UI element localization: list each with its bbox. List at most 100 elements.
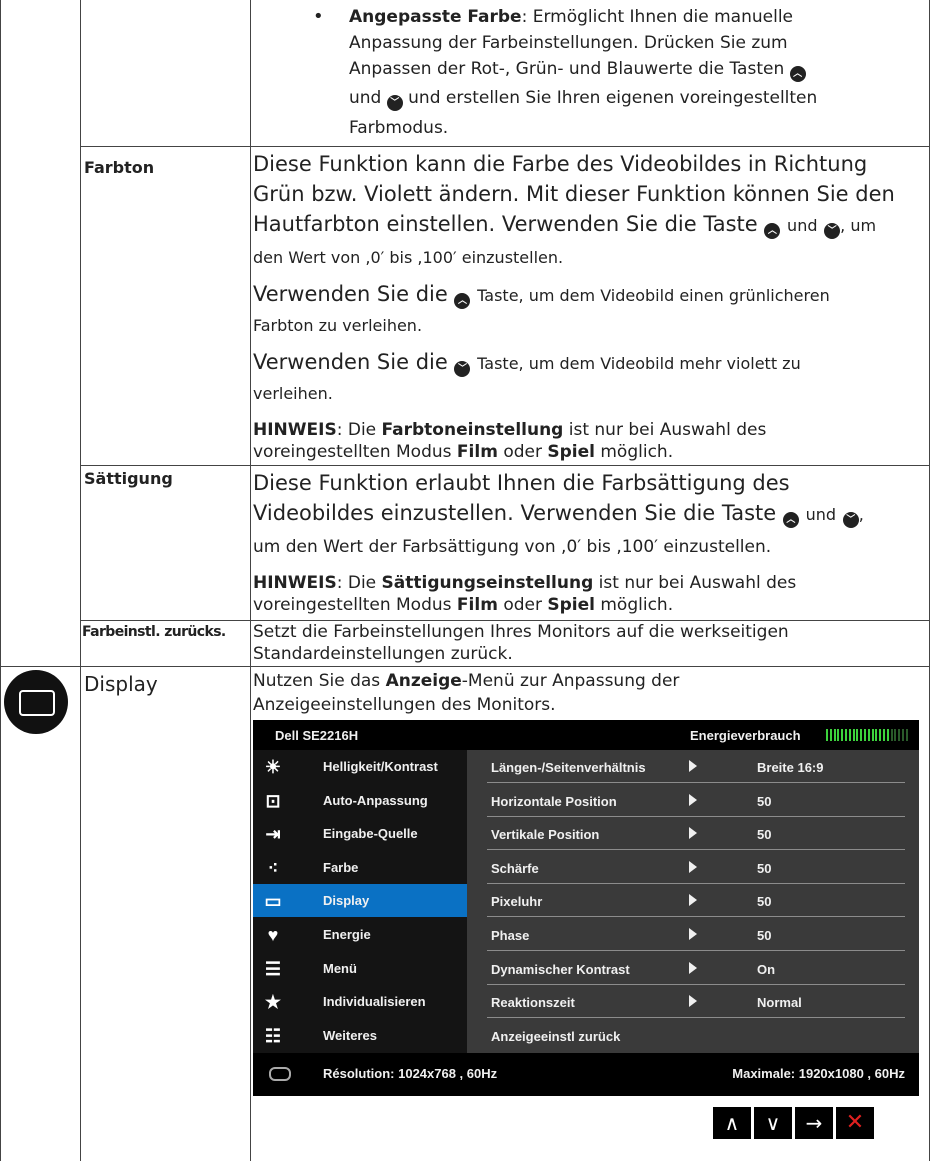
energy-bar-segment — [875, 729, 878, 741]
osd-option-value: Normal — [757, 995, 802, 1011]
note-text: voreingestellten Modus — [253, 442, 452, 462]
osd-menu-label: Helligkeit/Kontrast — [323, 759, 438, 774]
down-button-icon: ﹀ — [386, 95, 403, 111]
star-icon: ★ — [264, 992, 282, 1013]
osd-option-row[interactable]: Längen-/Seitenverhältnis Breite 16:9 — [467, 750, 919, 783]
osd-model: Dell SE2216H — [275, 728, 359, 743]
farbton-text: den Wert von ,0′ bis ,100′ einzustellen. — [253, 248, 564, 267]
osd-option-row[interactable]: Reaktionszeit Normal — [467, 985, 919, 1019]
energy-bar-segment — [841, 729, 844, 741]
osd-option-row[interactable]: Pixeluhr 50 — [467, 884, 919, 918]
osd-menu-item[interactable]: ♥ Energie — [253, 918, 467, 951]
caret-right-icon — [689, 995, 697, 1008]
energy-bar-segment — [898, 729, 901, 741]
saettigung-text-part: Videobildes einzustellen. Verwenden Sie … — [253, 501, 777, 525]
osd-menu-item[interactable]: ☷ Weiteres — [253, 1019, 467, 1052]
color-icon: ⁖ — [267, 857, 279, 878]
osd-option-row[interactable]: Horizontale Position 50 — [467, 784, 919, 817]
energy-bar-segment — [871, 729, 874, 741]
farbton-text: Grün bzw. Violett ändern. Mit dieser Fun… — [253, 182, 895, 206]
osd-option-row[interactable]: Schärfe 50 — [467, 851, 919, 884]
osd-menu-label: Menü — [323, 960, 357, 976]
osd-menu-item[interactable]: ⁖ Farbe — [253, 851, 467, 884]
saettigung-text-part: , — [858, 505, 864, 524]
osd-option-label: Pixeluhr — [491, 894, 543, 910]
note-bold: Sättigungseinstellung — [381, 573, 594, 593]
energy-bar-segment — [905, 729, 908, 741]
bullet-line-1: Angepasste Farbe: Ermöglicht Ihnen die m… — [349, 7, 793, 27]
osd-option-row[interactable]: Anzeigeeinstl zurück — [467, 1019, 919, 1052]
auto-adjust-icon: ⊡ — [265, 790, 281, 811]
energy-bar-segment — [879, 729, 882, 741]
osd-option-row[interactable]: Vertikale Position 50 — [467, 817, 919, 851]
osd-menu-item[interactable]: ☀ Helligkeit/Kontrast — [253, 750, 467, 783]
bullet-line-3: Anpassen der Rot-, Grün- und Blauwerte d… — [349, 59, 806, 82]
up-button-icon: ︿ — [454, 293, 471, 309]
osd-option-value: Breite 16:9 — [757, 760, 824, 775]
bullet-line-2: Anpassung der Farbeinstellungen. Drücken… — [349, 33, 788, 53]
farbton-text-part: Verwenden Sie die — [253, 282, 448, 306]
osd-submenu: Längen-/Seitenverhältnis Breite 16:9 Horiz… — [467, 750, 919, 1053]
osd-menu-label: Display — [323, 893, 370, 909]
menu-icon: ☰ — [264, 958, 282, 979]
osd-menu-item[interactable]: ☰ Menü — [253, 952, 467, 985]
osd-option-label: Horizontale Position — [491, 793, 617, 809]
energy-bar-segment — [856, 729, 859, 741]
osd-footer: Résolution: 1024x768 , 60Hz Maximale: 19… — [253, 1053, 919, 1096]
energy-icon: ♥ — [267, 925, 279, 945]
bullet-line-4: und ﹀ und erstellen Sie Ihren eigenen vo… — [349, 88, 817, 111]
farbton-note: voreingestellten Modus Film oder Spiel m… — [253, 441, 925, 463]
osd-header: Dell SE2216H Energieverbrauch — [253, 720, 919, 750]
up-button-icon: ︿ — [764, 223, 781, 239]
farbton-text-part: , um — [840, 216, 877, 235]
close-icon[interactable]: ✕ — [836, 1107, 874, 1139]
osd-option-label: Längen-/Seitenverhältnis — [491, 760, 646, 775]
down-button-icon: ﹀ — [842, 512, 859, 528]
note-bold: Spiel — [547, 595, 595, 615]
osd-option-row[interactable]: Phase 50 — [467, 918, 919, 951]
note-head: HINWEIS — [253, 420, 337, 440]
row-separator — [80, 465, 930, 466]
bullet-text: Anpassen der Rot-, Grün- und Blauwerte d… — [349, 59, 785, 79]
energy-label: Energieverbrauch — [690, 728, 801, 743]
reset-text: Standardeinstellungen zurück. — [253, 644, 513, 664]
bullet-text: und erstellen Sie Ihren eigenen voreinge… — [408, 88, 818, 108]
farbton-text: Diese Funktion kann die Farbe des Videob… — [253, 152, 868, 176]
display-text-bold: Anzeige — [385, 671, 462, 691]
farbton-text-part: Verwenden Sie die — [253, 350, 448, 374]
osd-menu-item[interactable]: ▭ Display — [253, 884, 467, 918]
row-separator — [80, 146, 930, 147]
reset-description: Setzt die Farbeinstellungen Ihres Monito… — [253, 621, 925, 665]
caret-right-icon — [689, 760, 697, 772]
osd-menu-label: Eingabe-Quelle — [323, 826, 418, 842]
maximale-text: Maximale: 1920x1080 , 60Hz — [732, 1066, 905, 1081]
bullet-line-5: Farbmodus. — [349, 118, 449, 138]
row1-cell: • Angepasste Farbe: Ermöglicht Ihnen die… — [251, 0, 928, 145]
farbton-text: Verwenden Sie die ﹀ Taste, um dem Videob… — [253, 347, 925, 379]
display-text-part: Nutzen Sie das — [253, 671, 381, 691]
up-arrow-icon[interactable]: ∧ — [713, 1107, 751, 1139]
display-text-part: -Menü zur Anpassung der — [461, 671, 680, 691]
note-bold: Film — [456, 595, 498, 615]
saettigung-note: HINWEIS: Die Sättigungseinstellung ist n… — [253, 572, 925, 594]
down-arrow-icon[interactable]: ∨ — [754, 1107, 792, 1139]
down-button-icon: ﹀ — [454, 361, 471, 377]
osd-option-value: 50 — [757, 928, 772, 943]
osd-menu-label: Energie — [323, 927, 371, 942]
display-text: Anzeigeeinstellungen des Monitors. — [253, 695, 556, 715]
osd-menu-item[interactable]: ⊡ Auto-Anpassung — [253, 784, 467, 817]
osd-option-row[interactable]: Dynamischer Kontrast On — [467, 952, 919, 985]
note-text: möglich. — [600, 442, 674, 462]
farbton-text: Verwenden Sie die ︿ Taste, um dem Videob… — [253, 279, 925, 311]
energy-meter — [826, 729, 910, 741]
saettigung-text-part: und — [805, 505, 837, 524]
energy-bar-segment — [867, 729, 870, 741]
osd-menu-label: Individualisieren — [323, 994, 426, 1010]
osd-option-value: 50 — [757, 860, 772, 876]
right-arrow-icon[interactable]: → — [795, 1107, 833, 1139]
osd-menu-item[interactable]: ⇥ Eingabe-Quelle — [253, 817, 467, 850]
saettigung-text: Videobildes einzustellen. Verwenden Sie … — [253, 498, 925, 530]
osd-menu-item[interactable]: ★ Individualisieren — [253, 985, 467, 1018]
energy-bar-segment — [864, 729, 866, 741]
osd-menu-label: Farbe — [323, 859, 359, 875]
